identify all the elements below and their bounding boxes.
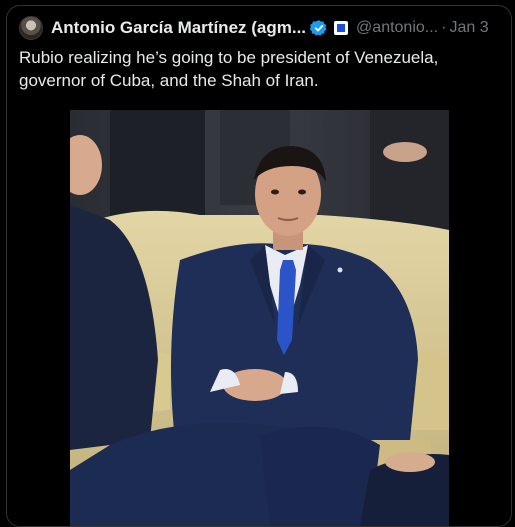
tweet-text: Rubio realizing he’s going to be preside… xyxy=(19,48,439,90)
tweet-card[interactable]: Antonio García Martínez (agm... @antonio… xyxy=(6,5,512,527)
verified-checkmark-icon xyxy=(310,20,327,36)
tweet-date[interactable]: Jan 3 xyxy=(449,19,488,37)
author-handle[interactable]: @antonio... xyxy=(356,19,438,37)
tweet-header: Antonio García Martínez (agm... @antonio… xyxy=(19,16,489,40)
author-name[interactable]: Antonio García Martínez (agm... xyxy=(51,18,306,38)
author-avatar[interactable] xyxy=(19,16,43,40)
photo-illustration xyxy=(70,110,449,526)
affiliation-badge-icon[interactable] xyxy=(334,21,349,35)
tweet-media-photo[interactable] xyxy=(70,110,449,526)
header-separator: · xyxy=(441,19,447,36)
